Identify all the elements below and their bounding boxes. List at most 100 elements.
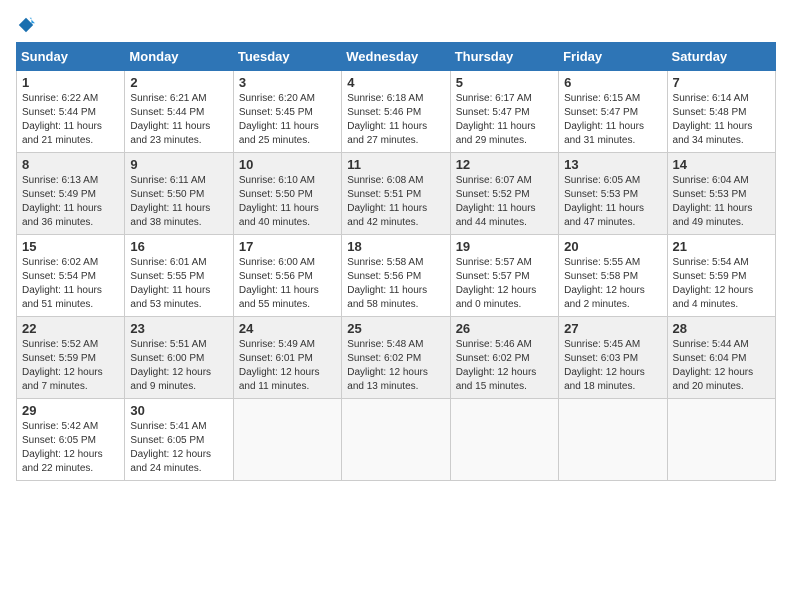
calendar-cell: 4 Sunrise: 6:18 AM Sunset: 5:46 PM Dayli…	[342, 71, 450, 153]
calendar-cell	[342, 399, 450, 481]
calendar-cell: 20 Sunrise: 5:55 AM Sunset: 5:58 PM Dayl…	[559, 235, 667, 317]
calendar-cell: 18 Sunrise: 5:58 AM Sunset: 5:56 PM Dayl…	[342, 235, 450, 317]
calendar-cell: 21 Sunrise: 5:54 AM Sunset: 5:59 PM Dayl…	[667, 235, 775, 317]
calendar-cell: 12 Sunrise: 6:07 AM Sunset: 5:52 PM Dayl…	[450, 153, 558, 235]
day-info: Sunrise: 5:55 AM Sunset: 5:58 PM Dayligh…	[564, 256, 661, 312]
calendar-cell: 16 Sunrise: 6:01 AM Sunset: 5:55 PM Dayl…	[125, 235, 233, 317]
day-info: Sunrise: 6:18 AM Sunset: 5:46 PM Dayligh…	[347, 92, 444, 148]
logo-icon	[17, 16, 35, 34]
day-number: 27	[564, 321, 661, 336]
day-info: Sunrise: 6:00 AM Sunset: 5:56 PM Dayligh…	[239, 256, 336, 312]
calendar-cell	[233, 399, 341, 481]
day-info: Sunrise: 5:52 AM Sunset: 5:59 PM Dayligh…	[22, 338, 119, 394]
day-info: Sunrise: 5:49 AM Sunset: 6:01 PM Dayligh…	[239, 338, 336, 394]
day-info: Sunrise: 6:05 AM Sunset: 5:53 PM Dayligh…	[564, 174, 661, 230]
day-number: 17	[239, 239, 336, 254]
logo	[16, 16, 35, 34]
day-info: Sunrise: 5:48 AM Sunset: 6:02 PM Dayligh…	[347, 338, 444, 394]
day-info: Sunrise: 5:45 AM Sunset: 6:03 PM Dayligh…	[564, 338, 661, 394]
page-header	[16, 16, 776, 34]
day-info: Sunrise: 6:04 AM Sunset: 5:53 PM Dayligh…	[673, 174, 770, 230]
header-cell-saturday: Saturday	[667, 43, 775, 71]
calendar-week-3: 22 Sunrise: 5:52 AM Sunset: 5:59 PM Dayl…	[17, 317, 776, 399]
calendar-cell: 14 Sunrise: 6:04 AM Sunset: 5:53 PM Dayl…	[667, 153, 775, 235]
day-info: Sunrise: 5:41 AM Sunset: 6:05 PM Dayligh…	[130, 420, 227, 476]
calendar-cell: 26 Sunrise: 5:46 AM Sunset: 6:02 PM Dayl…	[450, 317, 558, 399]
calendar-cell: 7 Sunrise: 6:14 AM Sunset: 5:48 PM Dayli…	[667, 71, 775, 153]
calendar-cell: 9 Sunrise: 6:11 AM Sunset: 5:50 PM Dayli…	[125, 153, 233, 235]
calendar-cell: 1 Sunrise: 6:22 AM Sunset: 5:44 PM Dayli…	[17, 71, 125, 153]
calendar-cell: 10 Sunrise: 6:10 AM Sunset: 5:50 PM Dayl…	[233, 153, 341, 235]
calendar-cell: 23 Sunrise: 5:51 AM Sunset: 6:00 PM Dayl…	[125, 317, 233, 399]
day-number: 26	[456, 321, 553, 336]
day-number: 28	[673, 321, 770, 336]
day-info: Sunrise: 5:51 AM Sunset: 6:00 PM Dayligh…	[130, 338, 227, 394]
calendar-cell: 3 Sunrise: 6:20 AM Sunset: 5:45 PM Dayli…	[233, 71, 341, 153]
day-info: Sunrise: 6:08 AM Sunset: 5:51 PM Dayligh…	[347, 174, 444, 230]
calendar-cell: 25 Sunrise: 5:48 AM Sunset: 6:02 PM Dayl…	[342, 317, 450, 399]
header-cell-monday: Monday	[125, 43, 233, 71]
day-number: 20	[564, 239, 661, 254]
day-info: Sunrise: 6:02 AM Sunset: 5:54 PM Dayligh…	[22, 256, 119, 312]
day-number: 6	[564, 75, 661, 90]
day-number: 7	[673, 75, 770, 90]
day-number: 5	[456, 75, 553, 90]
day-number: 14	[673, 157, 770, 172]
calendar-week-4: 29 Sunrise: 5:42 AM Sunset: 6:05 PM Dayl…	[17, 399, 776, 481]
day-info: Sunrise: 6:10 AM Sunset: 5:50 PM Dayligh…	[239, 174, 336, 230]
calendar-cell: 28 Sunrise: 5:44 AM Sunset: 6:04 PM Dayl…	[667, 317, 775, 399]
header-cell-thursday: Thursday	[450, 43, 558, 71]
day-number: 1	[22, 75, 119, 90]
calendar-cell	[450, 399, 558, 481]
day-number: 9	[130, 157, 227, 172]
calendar-cell: 13 Sunrise: 6:05 AM Sunset: 5:53 PM Dayl…	[559, 153, 667, 235]
day-info: Sunrise: 5:42 AM Sunset: 6:05 PM Dayligh…	[22, 420, 119, 476]
day-info: Sunrise: 5:54 AM Sunset: 5:59 PM Dayligh…	[673, 256, 770, 312]
day-number: 4	[347, 75, 444, 90]
calendar-cell: 5 Sunrise: 6:17 AM Sunset: 5:47 PM Dayli…	[450, 71, 558, 153]
day-info: Sunrise: 6:15 AM Sunset: 5:47 PM Dayligh…	[564, 92, 661, 148]
day-number: 19	[456, 239, 553, 254]
day-info: Sunrise: 6:21 AM Sunset: 5:44 PM Dayligh…	[130, 92, 227, 148]
calendar-cell: 8 Sunrise: 6:13 AM Sunset: 5:49 PM Dayli…	[17, 153, 125, 235]
calendar-cell: 15 Sunrise: 6:02 AM Sunset: 5:54 PM Dayl…	[17, 235, 125, 317]
day-info: Sunrise: 6:17 AM Sunset: 5:47 PM Dayligh…	[456, 92, 553, 148]
calendar-week-2: 15 Sunrise: 6:02 AM Sunset: 5:54 PM Dayl…	[17, 235, 776, 317]
day-number: 24	[239, 321, 336, 336]
header-cell-friday: Friday	[559, 43, 667, 71]
day-number: 13	[564, 157, 661, 172]
calendar-cell: 30 Sunrise: 5:41 AM Sunset: 6:05 PM Dayl…	[125, 399, 233, 481]
calendar-cell: 6 Sunrise: 6:15 AM Sunset: 5:47 PM Dayli…	[559, 71, 667, 153]
day-info: Sunrise: 6:20 AM Sunset: 5:45 PM Dayligh…	[239, 92, 336, 148]
calendar-cell: 11 Sunrise: 6:08 AM Sunset: 5:51 PM Dayl…	[342, 153, 450, 235]
day-number: 10	[239, 157, 336, 172]
calendar-table: SundayMondayTuesdayWednesdayThursdayFrid…	[16, 42, 776, 481]
day-info: Sunrise: 6:07 AM Sunset: 5:52 PM Dayligh…	[456, 174, 553, 230]
day-info: Sunrise: 6:11 AM Sunset: 5:50 PM Dayligh…	[130, 174, 227, 230]
day-info: Sunrise: 5:46 AM Sunset: 6:02 PM Dayligh…	[456, 338, 553, 394]
header-row: SundayMondayTuesdayWednesdayThursdayFrid…	[17, 43, 776, 71]
calendar-cell: 19 Sunrise: 5:57 AM Sunset: 5:57 PM Dayl…	[450, 235, 558, 317]
day-number: 2	[130, 75, 227, 90]
day-number: 18	[347, 239, 444, 254]
calendar-cell: 24 Sunrise: 5:49 AM Sunset: 6:01 PM Dayl…	[233, 317, 341, 399]
header-cell-wednesday: Wednesday	[342, 43, 450, 71]
day-number: 12	[456, 157, 553, 172]
calendar-cell: 17 Sunrise: 6:00 AM Sunset: 5:56 PM Dayl…	[233, 235, 341, 317]
calendar-cell: 2 Sunrise: 6:21 AM Sunset: 5:44 PM Dayli…	[125, 71, 233, 153]
calendar-body: 1 Sunrise: 6:22 AM Sunset: 5:44 PM Dayli…	[17, 71, 776, 481]
calendar-header: SundayMondayTuesdayWednesdayThursdayFrid…	[17, 43, 776, 71]
day-number: 25	[347, 321, 444, 336]
day-number: 11	[347, 157, 444, 172]
day-number: 16	[130, 239, 227, 254]
day-number: 23	[130, 321, 227, 336]
day-number: 15	[22, 239, 119, 254]
day-info: Sunrise: 5:57 AM Sunset: 5:57 PM Dayligh…	[456, 256, 553, 312]
day-number: 21	[673, 239, 770, 254]
day-number: 3	[239, 75, 336, 90]
header-cell-tuesday: Tuesday	[233, 43, 341, 71]
calendar-cell	[559, 399, 667, 481]
day-info: Sunrise: 6:14 AM Sunset: 5:48 PM Dayligh…	[673, 92, 770, 148]
day-info: Sunrise: 5:58 AM Sunset: 5:56 PM Dayligh…	[347, 256, 444, 312]
calendar-cell: 29 Sunrise: 5:42 AM Sunset: 6:05 PM Dayl…	[17, 399, 125, 481]
